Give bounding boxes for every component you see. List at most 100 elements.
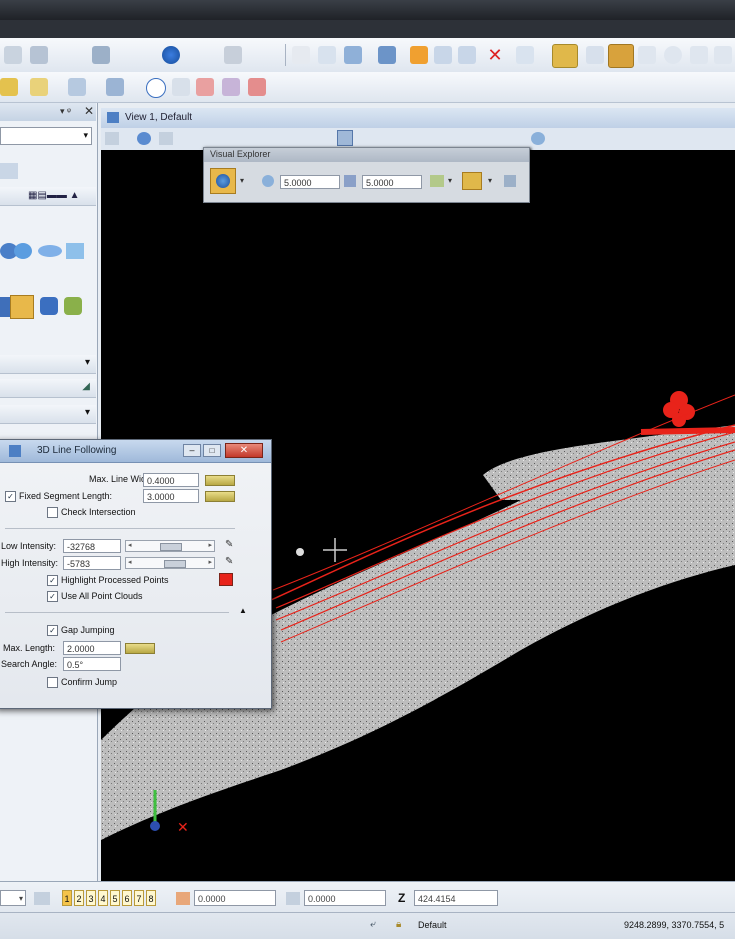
view-toggle-8[interactable]: 8 bbox=[146, 890, 156, 906]
settings-icon[interactable] bbox=[504, 175, 516, 187]
cloud-tool-icon[interactable] bbox=[0, 297, 10, 317]
circle-icon[interactable] bbox=[664, 46, 682, 64]
line-following-tool-icon[interactable] bbox=[10, 295, 34, 319]
highlight-checkbox[interactable]: ✓ bbox=[47, 575, 58, 586]
density-field[interactable]: 5.0000 bbox=[280, 175, 340, 189]
low-intensity-field[interactable]: -32768 bbox=[63, 539, 121, 553]
collapsed-section[interactable]: ▾ bbox=[0, 355, 96, 374]
toolbox-caption[interactable]: Visual Explorer bbox=[204, 148, 529, 162]
y-field[interactable]: 0.0000 bbox=[304, 890, 386, 906]
print-icon[interactable] bbox=[222, 78, 240, 96]
view-toggle-2[interactable]: 2 bbox=[74, 890, 84, 906]
view-toggle-4[interactable]: 4 bbox=[98, 890, 108, 906]
maximize-button[interactable]: □ bbox=[203, 444, 221, 457]
color-mode-button[interactable] bbox=[462, 172, 482, 190]
task-icon[interactable] bbox=[0, 163, 18, 179]
pick-button[interactable] bbox=[125, 643, 155, 654]
view-groups-icon[interactable] bbox=[34, 892, 50, 905]
pin-icon[interactable]: ▾ ᵠ bbox=[60, 106, 71, 117]
snap-icon[interactable] bbox=[690, 46, 708, 64]
chevron-down-icon[interactable]: ▾ bbox=[488, 176, 492, 185]
active-view-tool-icon[interactable] bbox=[337, 130, 353, 146]
check-intersection-checkbox[interactable] bbox=[47, 507, 58, 518]
close-button[interactable]: ✕ bbox=[225, 443, 263, 458]
weight-icon[interactable] bbox=[224, 46, 242, 64]
display-style-icon[interactable] bbox=[137, 132, 151, 145]
help-icon[interactable] bbox=[531, 132, 545, 145]
search-angle-field[interactable]: 0.5° bbox=[63, 657, 121, 671]
cancel-icon[interactable] bbox=[248, 78, 266, 96]
close-icon[interactable]: ✕ bbox=[84, 104, 94, 118]
slider-left-arrow[interactable]: ◂ bbox=[128, 558, 132, 566]
snap-icon[interactable]: ⤶ bbox=[370, 919, 376, 930]
eyedropper-icon[interactable]: ✎ bbox=[225, 539, 233, 550]
eyedropper-icon[interactable]: ✎ bbox=[225, 556, 233, 567]
copy-icon[interactable] bbox=[378, 46, 396, 64]
y-lock-icon[interactable] bbox=[286, 892, 300, 905]
folder-icon[interactable] bbox=[0, 78, 18, 96]
place-icon[interactable] bbox=[608, 44, 634, 68]
x-field[interactable]: 0.0000 bbox=[194, 890, 276, 906]
view-mode-icons[interactable]: ▦▤▬▬ ▲ bbox=[28, 190, 80, 201]
pick-button[interactable] bbox=[205, 491, 235, 502]
active-level[interactable]: Default bbox=[418, 920, 447, 930]
collapse-arrow-icon[interactable]: ▲ bbox=[239, 606, 247, 615]
grid-icon[interactable] bbox=[4, 46, 22, 64]
fixed-segment-field[interactable]: 3.0000 bbox=[143, 489, 199, 503]
low-intensity-slider[interactable]: ◂ ▸ bbox=[125, 540, 215, 552]
view-toggle-6[interactable]: 6 bbox=[122, 890, 132, 906]
rotate-view-icon[interactable] bbox=[159, 132, 173, 145]
max-length-field[interactable]: 2.0000 bbox=[63, 641, 121, 655]
dialog-title-bar[interactable]: 3D Line Following – □ ✕ bbox=[0, 440, 271, 463]
element-icon[interactable] bbox=[92, 46, 110, 64]
measure-icon[interactable] bbox=[516, 46, 534, 64]
highlight-color-swatch[interactable] bbox=[219, 573, 233, 586]
use-all-checkbox[interactable]: ✓ bbox=[47, 591, 58, 602]
high-intensity-field[interactable]: -5783 bbox=[63, 556, 121, 570]
view-toggle-5[interactable]: 5 bbox=[110, 890, 120, 906]
globe-icon[interactable] bbox=[162, 46, 180, 64]
chevron-down-icon[interactable]: ▾ bbox=[448, 176, 452, 185]
collapsed-section[interactable]: ▾ bbox=[0, 405, 96, 424]
confirm-jump-checkbox[interactable] bbox=[47, 677, 58, 688]
scale-icon[interactable] bbox=[434, 46, 452, 64]
minimize-button[interactable]: – bbox=[183, 444, 201, 457]
select-arrow-icon[interactable] bbox=[292, 46, 310, 64]
reference-icon[interactable] bbox=[106, 78, 124, 96]
view-toggle-3[interactable]: 3 bbox=[86, 890, 96, 906]
view-toggle-1[interactable]: 1 bbox=[62, 890, 72, 906]
level-icon[interactable] bbox=[30, 46, 48, 64]
slider-thumb[interactable] bbox=[160, 543, 182, 551]
cloud-tool-icon[interactable] bbox=[14, 243, 32, 259]
model-icon[interactable] bbox=[30, 78, 48, 96]
pick-button[interactable] bbox=[205, 475, 235, 486]
slider-right-arrow[interactable]: ▸ bbox=[208, 558, 212, 566]
display-mode-button[interactable] bbox=[210, 168, 236, 194]
point-size-field[interactable]: 5.0000 bbox=[362, 175, 422, 189]
point-icon[interactable] bbox=[410, 46, 428, 64]
view-toggle-7[interactable]: 7 bbox=[134, 890, 144, 906]
slider-left-arrow[interactable]: ◂ bbox=[128, 541, 132, 549]
fixed-segment-checkbox[interactable]: ✓ bbox=[5, 491, 16, 502]
task-selector[interactable]: ▾ bbox=[0, 127, 92, 145]
rotate-icon[interactable] bbox=[458, 46, 476, 64]
view-selector[interactable]: ▾ bbox=[0, 890, 26, 906]
active-tool-icon[interactable] bbox=[552, 44, 578, 68]
chevron-down-icon[interactable]: ▾ bbox=[240, 176, 244, 185]
line-icon[interactable] bbox=[586, 46, 604, 64]
max-line-width-field[interactable]: 0.4000 bbox=[143, 473, 199, 487]
delete-icon[interactable]: ✕ bbox=[486, 46, 504, 64]
high-intensity-slider[interactable]: ◂ ▸ bbox=[125, 557, 215, 569]
info-icon[interactable] bbox=[146, 78, 166, 98]
cloud-tool-icon[interactable] bbox=[66, 243, 84, 259]
refresh-icon[interactable] bbox=[430, 175, 444, 187]
task-group-header[interactable]: ▦▤▬▬ ▲ bbox=[0, 187, 96, 206]
lock-icon[interactable]: 🔒︎ bbox=[396, 919, 401, 930]
cloud-tool-icon[interactable] bbox=[64, 297, 82, 315]
cloud-tool-icon[interactable] bbox=[38, 245, 62, 257]
search-icon[interactable] bbox=[68, 78, 86, 96]
pen-icon[interactable] bbox=[638, 46, 656, 64]
slider-right-arrow[interactable]: ▸ bbox=[208, 541, 212, 549]
curve-icon[interactable] bbox=[714, 46, 732, 64]
collapsed-section[interactable]: ◢ bbox=[0, 379, 96, 398]
